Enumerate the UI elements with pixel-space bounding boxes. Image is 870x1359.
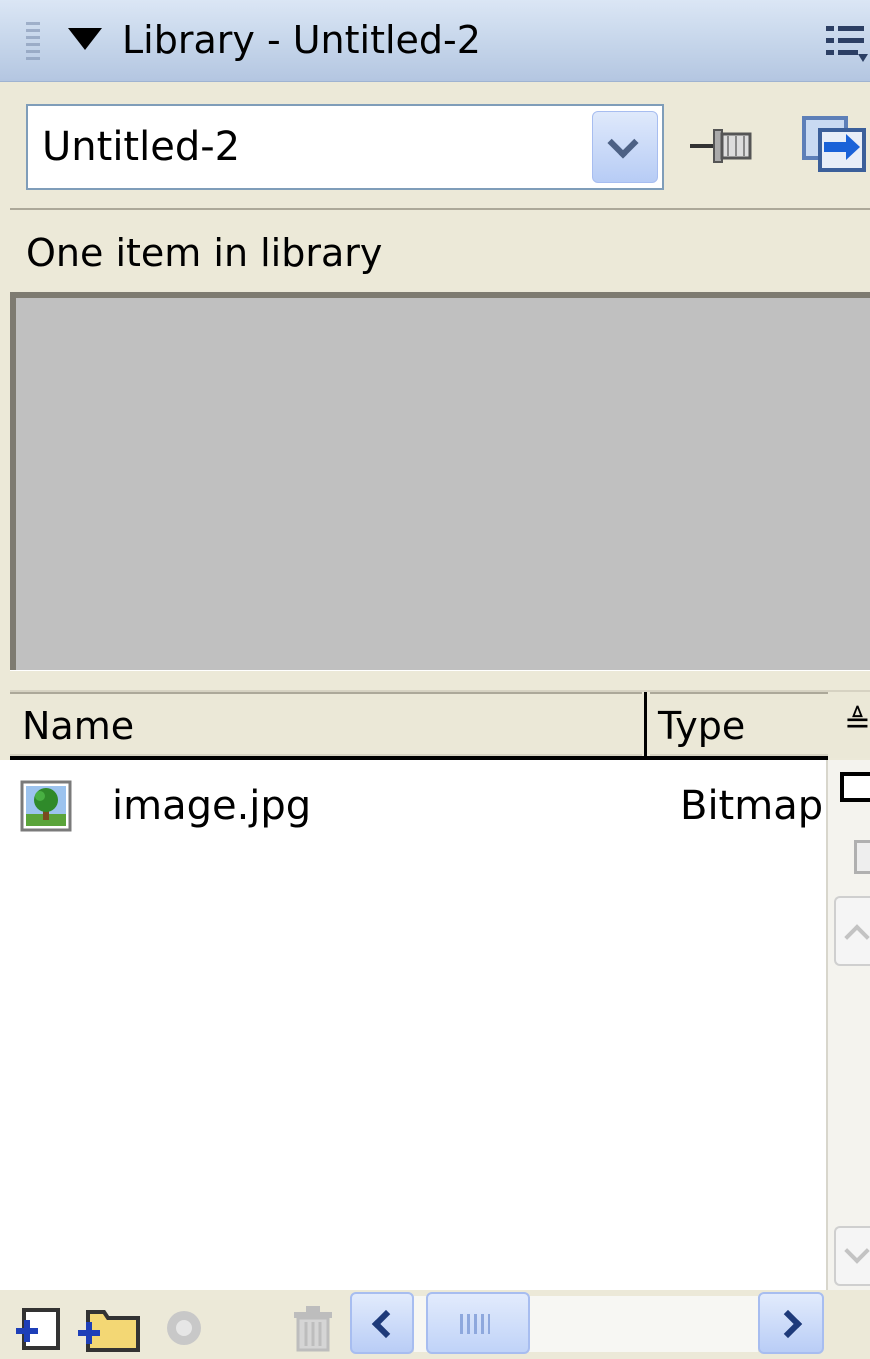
bitmap-icon [20,780,72,832]
horizontal-scroll-thumb[interactable] [426,1292,530,1354]
scroll-left-button[interactable] [350,1292,414,1354]
panel-titlebar[interactable]: Library - Untitled-2 [0,0,870,82]
panel-title: Library - Untitled-2 [122,18,481,62]
symbol-preview-area [10,292,870,670]
narrow-state-toggle-icon[interactable] [854,840,870,874]
item-name: image.jpg [112,783,312,829]
library-item-list: image.jpg Bitmap [0,760,826,1290]
properties-icon[interactable] [164,1304,204,1350]
item-type: Bitmap [680,783,824,829]
column-header-name[interactable]: Name [10,692,642,756]
go-to-document-icon[interactable] [800,114,870,174]
chevron-down-icon[interactable] [592,111,658,183]
column-header-type[interactable]: Type [650,692,828,756]
wide-state-toggle-icon[interactable] [840,772,870,802]
document-select-value: Untitled-2 [42,124,241,170]
delete-icon[interactable] [290,1304,336,1352]
library-status-row: One item in library [10,208,870,292]
document-select[interactable]: Untitled-2 [26,104,664,190]
vertical-scrollbar[interactable] [826,760,870,1290]
scroll-up-button[interactable] [834,896,870,966]
column-header-name-label: Name [22,704,135,748]
scroll-down-button[interactable] [834,1226,870,1286]
scrollbar-corner [826,1290,870,1359]
library-item-count: One item in library [26,231,383,275]
list-item[interactable]: image.jpg Bitmap [0,760,826,852]
sort-order-icon[interactable]: ≜ [832,692,870,756]
column-headers: Name Type ≜ [10,692,870,758]
options-menu-icon[interactable] [820,18,870,66]
column-resize-handle[interactable] [644,692,647,756]
new-symbol-icon[interactable] [14,1304,64,1354]
new-folder-icon[interactable] [76,1302,142,1354]
library-bottom-bar [0,1290,870,1359]
collapse-triangle-icon[interactable] [68,28,102,50]
preview-splitter[interactable] [10,670,870,692]
column-header-type-label: Type [658,704,746,748]
scroll-right-button[interactable] [758,1292,824,1354]
pin-library-icon[interactable] [688,118,758,174]
panel-grip-icon[interactable] [26,22,40,64]
